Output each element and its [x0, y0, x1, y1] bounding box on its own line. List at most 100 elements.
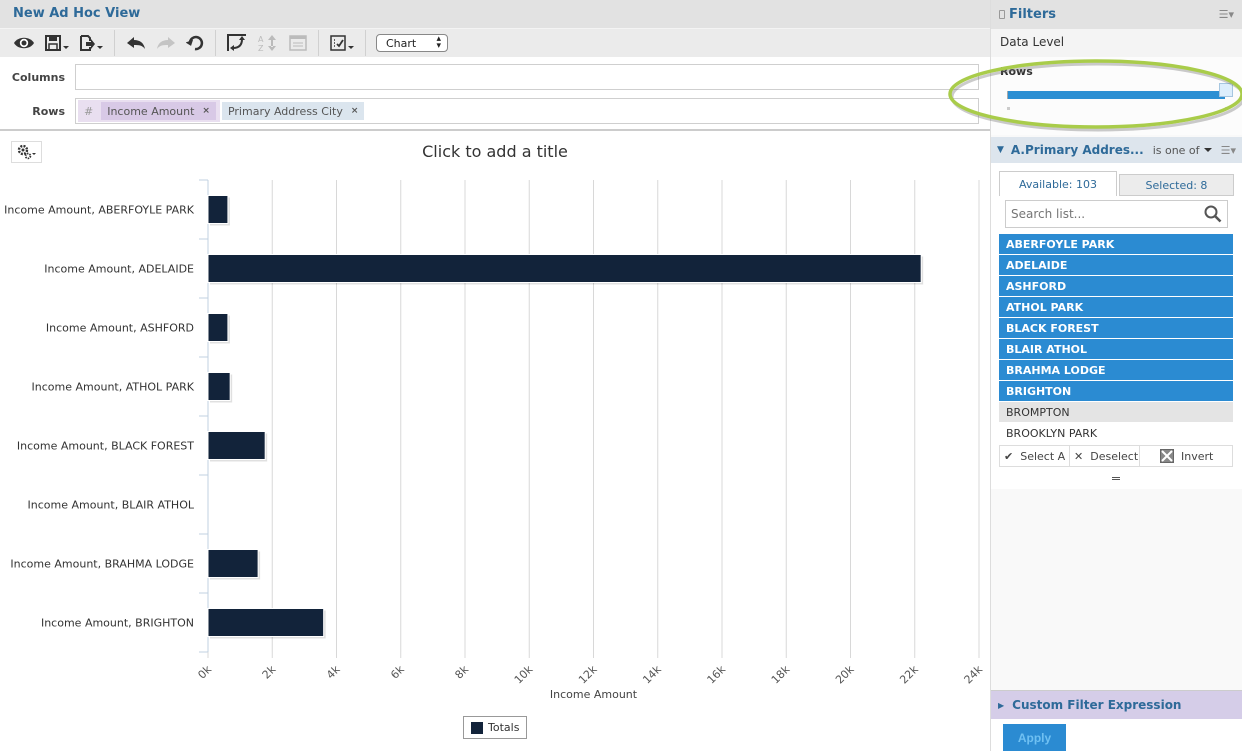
filter-field-name: A.Primary Addres... [1010, 143, 1144, 157]
view-type-select[interactable]: Chart ▴ ▾ [376, 34, 448, 52]
page-properties-button[interactable] [284, 29, 312, 57]
list-item[interactable]: BLAIR ATHOL [999, 339, 1233, 360]
bar[interactable] [207, 254, 922, 283]
custom-filter-expression-header[interactable]: ▶ Custom Filter Expression [991, 690, 1242, 719]
y-category-label: Income Amount, ABERFOYLE PARK [4, 204, 195, 217]
tab-available[interactable]: Available: 103 [999, 171, 1117, 196]
data-level-slider-handle[interactable] [1219, 83, 1233, 97]
undo-all-button[interactable] [181, 29, 209, 57]
measures-hash-icon: # [84, 104, 94, 118]
list-item[interactable]: BROMPTON [999, 402, 1233, 423]
list-resize-handle[interactable] [1112, 477, 1120, 480]
x-tick-label: 10k [512, 662, 536, 686]
bar-chart: 0k 2k 4k 6k 8k 10k 12k 14k 16k 18k 20k 22k 24k Income… [4, 179, 986, 701]
options-button[interactable] [325, 29, 359, 57]
list-item[interactable]: BLACK FOREST [999, 318, 1233, 339]
search-icon[interactable] [1204, 205, 1222, 223]
list-item[interactable]: ABERFOYLE PARK [999, 234, 1233, 255]
filter-header[interactable]: ▼ A.Primary Addres... is one of ☰▾ [991, 137, 1242, 163]
svg-text:Z: Z [258, 44, 264, 52]
list-item[interactable]: ATHOL PARK [999, 297, 1233, 318]
chart-format-button[interactable] [11, 141, 42, 163]
eye-icon [14, 37, 34, 49]
sort-icon: A Z [258, 35, 276, 52]
view-type-value: Chart [386, 36, 417, 50]
x-tick-label: 6k [388, 662, 407, 681]
redo-button[interactable] [151, 29, 181, 57]
columns-drop-zone[interactable] [75, 64, 979, 90]
expand-triangle-icon[interactable]: ▶ [998, 701, 1004, 710]
select-all-label: Select A [1020, 449, 1066, 463]
apply-area: Apply [991, 719, 1242, 751]
list-item[interactable]: ADELAIDE [999, 255, 1233, 276]
y-category-label: Income Amount, ATHOL PARK [32, 381, 195, 394]
x-tick-label: 14k [640, 662, 664, 686]
remove-icon[interactable]: × [202, 106, 210, 116]
chart-title[interactable]: Click to add a title [300, 142, 690, 161]
redo-icon [157, 37, 175, 49]
view-title-bar: New Ad Hoc View [0, 0, 990, 29]
toolbar-divider [365, 30, 366, 56]
list-item[interactable]: BRIGHTON [999, 381, 1233, 402]
x-tick-label: 4k [324, 662, 343, 681]
columns-label: Columns [11, 70, 65, 84]
deselect-button[interactable]: ✕ Deselect [1070, 446, 1140, 466]
chevron-down-icon [63, 46, 69, 49]
display-mode-button[interactable] [8, 29, 40, 57]
filters-title: Filters [1009, 7, 1056, 22]
row-field-income-amount[interactable]: Income Amount × [101, 102, 216, 120]
data-level-label: Data Level [991, 29, 1242, 57]
pivot-button[interactable] [222, 29, 252, 57]
toolbar-divider [215, 30, 216, 56]
select-all-button[interactable]: ✔ Select A [1000, 446, 1070, 466]
data-level-slider-track[interactable] [1007, 91, 1225, 99]
filter-tabs: Available: 103 Selected: 8 [999, 171, 1234, 196]
bar[interactable] [207, 313, 229, 342]
filter-operator-select[interactable]: is one of [1153, 144, 1212, 157]
bar[interactable] [207, 372, 231, 401]
invert-label: Invert [1181, 449, 1214, 463]
chart-legend[interactable]: Totals [463, 716, 527, 739]
list-item[interactable]: BRAHMA LODGE [999, 360, 1233, 381]
check-icon: ✔ [1004, 449, 1014, 463]
export-button[interactable] [74, 29, 108, 57]
search-input[interactable] [1011, 207, 1204, 221]
select-arrows-icon: ▴ ▾ [436, 34, 441, 51]
collapse-triangle-icon[interactable]: ▼ [997, 145, 1004, 155]
bar[interactable] [207, 608, 325, 637]
list-item[interactable]: BROOKLYN PARK [999, 423, 1233, 444]
save-button[interactable] [40, 29, 74, 57]
panel-collapse-icon[interactable] [999, 10, 1005, 19]
panel-menu-icon[interactable]: ☰▾ [1219, 8, 1234, 21]
options-icon [330, 35, 346, 51]
remove-icon[interactable]: × [351, 106, 359, 116]
invert-icon [1160, 449, 1174, 463]
filters-panel: Filters ☰▾ Data Level Rows ▼ A.Primary A… [990, 0, 1242, 751]
rows-data-level-label: Rows [1000, 65, 1033, 78]
x-tick-label: 20k [833, 662, 857, 686]
list-item[interactable]: ASHFORD [999, 276, 1233, 297]
invert-button[interactable]: Invert [1140, 446, 1232, 466]
bar[interactable] [207, 195, 229, 224]
editor-pane: New Ad Hoc View A Z Chart ▴ ▾ Columns Ro… [0, 0, 990, 751]
reset-icon [186, 35, 204, 51]
rows-drop-zone[interactable]: # Income Amount × Primary Address City × [75, 98, 979, 124]
y-category-label: Income Amount, ASHFORD [46, 322, 194, 335]
row-field-primary-address-city[interactable]: Primary Address City × [221, 102, 365, 120]
legend-label: Totals [488, 721, 520, 734]
x-tick-label: 2k [260, 662, 279, 681]
bar[interactable] [207, 549, 259, 578]
toolbar: A Z Chart ▴ ▾ [0, 29, 990, 57]
filter-menu-icon[interactable]: ☰▾ [1221, 144, 1236, 157]
svg-text:A: A [258, 35, 264, 44]
tab-selected[interactable]: Selected: 8 [1119, 174, 1234, 196]
slider-tick [1007, 107, 1010, 110]
toolbar-divider [318, 30, 319, 56]
search-box [1005, 200, 1228, 228]
apply-button[interactable]: Apply [1003, 724, 1066, 751]
bar[interactable] [207, 431, 266, 460]
chevron-down-icon [97, 46, 103, 49]
undo-button[interactable] [121, 29, 151, 57]
filter-operator: is one of [1152, 143, 1200, 157]
sort-button[interactable]: A Z [252, 29, 284, 57]
